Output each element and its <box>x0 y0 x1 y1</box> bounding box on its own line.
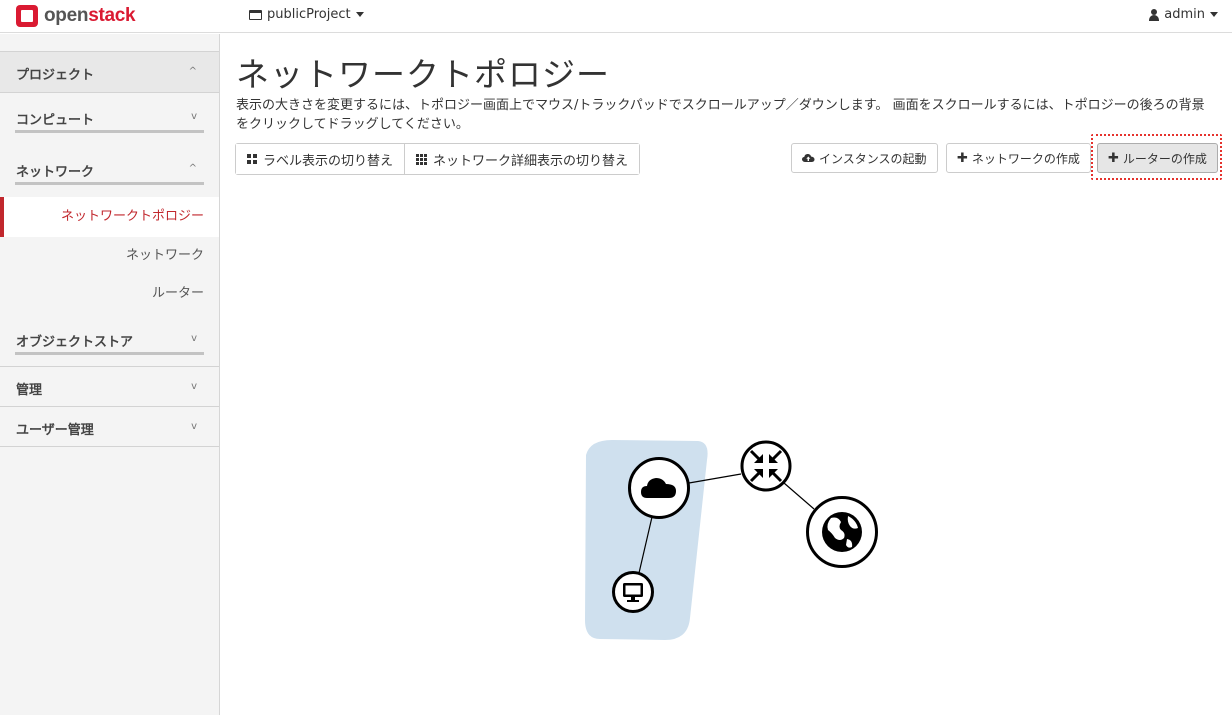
sidebar-section-label: ネットワーク <box>16 165 95 180</box>
sidebar-section-label: コンピュート <box>16 113 95 128</box>
plus-icon: ✚ <box>1108 150 1119 166</box>
top-navbar: openstack publicProject admin <box>0 0 1232 33</box>
create-network-label: ネットワークの作成 <box>971 151 1080 166</box>
chevron-up-icon: ^ <box>188 66 197 77</box>
user-menu[interactable]: admin <box>1149 7 1218 22</box>
project-selector[interactable]: publicProject <box>249 7 364 22</box>
chevron-down-icon: v <box>191 111 197 122</box>
divider <box>0 446 219 447</box>
section-underline <box>15 130 204 133</box>
chevron-down-icon: v <box>191 381 197 392</box>
toggle-labels-button[interactable]: ラベル表示の切り替え <box>236 144 405 174</box>
chevron-down-icon: v <box>191 421 197 432</box>
router-node[interactable] <box>740 440 792 492</box>
sidebar-section-label: 管理 <box>16 383 43 398</box>
sidebar-item-routers[interactable]: ルーター <box>0 282 219 306</box>
brand-logo[interactable]: openstack <box>15 3 136 29</box>
launch-instance-button[interactable]: インスタンスの起動 <box>791 143 938 173</box>
create-router-button[interactable]: ✚ ルーターの作成 <box>1097 143 1218 173</box>
section-underline <box>15 182 204 185</box>
network-node[interactable] <box>628 457 690 519</box>
sidebar-item-networks[interactable]: ネットワーク <box>0 244 219 268</box>
caret-down-icon <box>1210 12 1218 17</box>
brand-name: openstack <box>44 5 136 26</box>
grid-icon <box>247 154 257 164</box>
sidebar-section-network[interactable]: ネットワーク ^ <box>0 146 219 186</box>
sidebar-section-admin[interactable]: 管理 v <box>0 367 219 405</box>
user-menu-label: admin <box>1164 7 1205 22</box>
launch-instance-label: インスタンスの起動 <box>819 151 927 166</box>
sidebar-section-identity[interactable]: ユーザー管理 v <box>0 407 219 445</box>
openstack-logo-icon <box>16 5 38 27</box>
create-router-label: ルーターの作成 <box>1122 151 1207 166</box>
project-selector-label: publicProject <box>267 7 351 22</box>
user-icon <box>1149 8 1160 21</box>
sidebar-section-label: オブジェクトストア <box>16 335 134 350</box>
sidebar-section-compute[interactable]: コンピュート v <box>0 94 219 134</box>
section-underline <box>15 352 204 355</box>
sidebar: プロジェクト ^ コンピュート v ネットワーク ^ ネットワークトポロジー ネ… <box>0 34 220 715</box>
chevron-down-icon: v <box>191 333 197 344</box>
sidebar-item-network-topology[interactable]: ネットワークトポロジー <box>0 197 219 237</box>
sidebar-section-project[interactable]: プロジェクト ^ <box>0 52 219 92</box>
external-network-node[interactable] <box>806 496 878 568</box>
plus-icon: ✚ <box>957 150 968 166</box>
sidebar-section-label: ユーザー管理 <box>16 423 94 438</box>
page-title: ネットワークトポロジー <box>236 55 610 94</box>
chevron-up-icon: ^ <box>188 163 197 174</box>
cloud-upload-icon <box>802 154 815 162</box>
instance-node[interactable] <box>612 571 654 613</box>
toggle-labels-label: ラベル表示の切り替え <box>263 153 394 169</box>
network-topology-graph <box>585 440 878 640</box>
link-router-external <box>783 482 815 510</box>
divider <box>0 92 219 93</box>
caret-down-icon <box>355 12 364 17</box>
create-network-button[interactable]: ✚ ネットワークの作成 <box>946 143 1091 173</box>
project-icon <box>249 9 262 20</box>
sidebar-section-label: プロジェクト <box>16 68 95 83</box>
topology-toggle-button-group: ラベル表示の切り替え ネットワーク詳細表示の切り替え <box>235 143 641 175</box>
toggle-network-details-label: ネットワーク詳細表示の切り替え <box>433 153 629 169</box>
toggle-network-details-button[interactable]: ネットワーク詳細表示の切り替え <box>404 144 640 174</box>
page-description: 表示の大きさを変更するには、トポロジー画面上でマウス/トラックパッドでスクロール… <box>236 98 1205 132</box>
grid-detail-icon <box>416 153 428 165</box>
